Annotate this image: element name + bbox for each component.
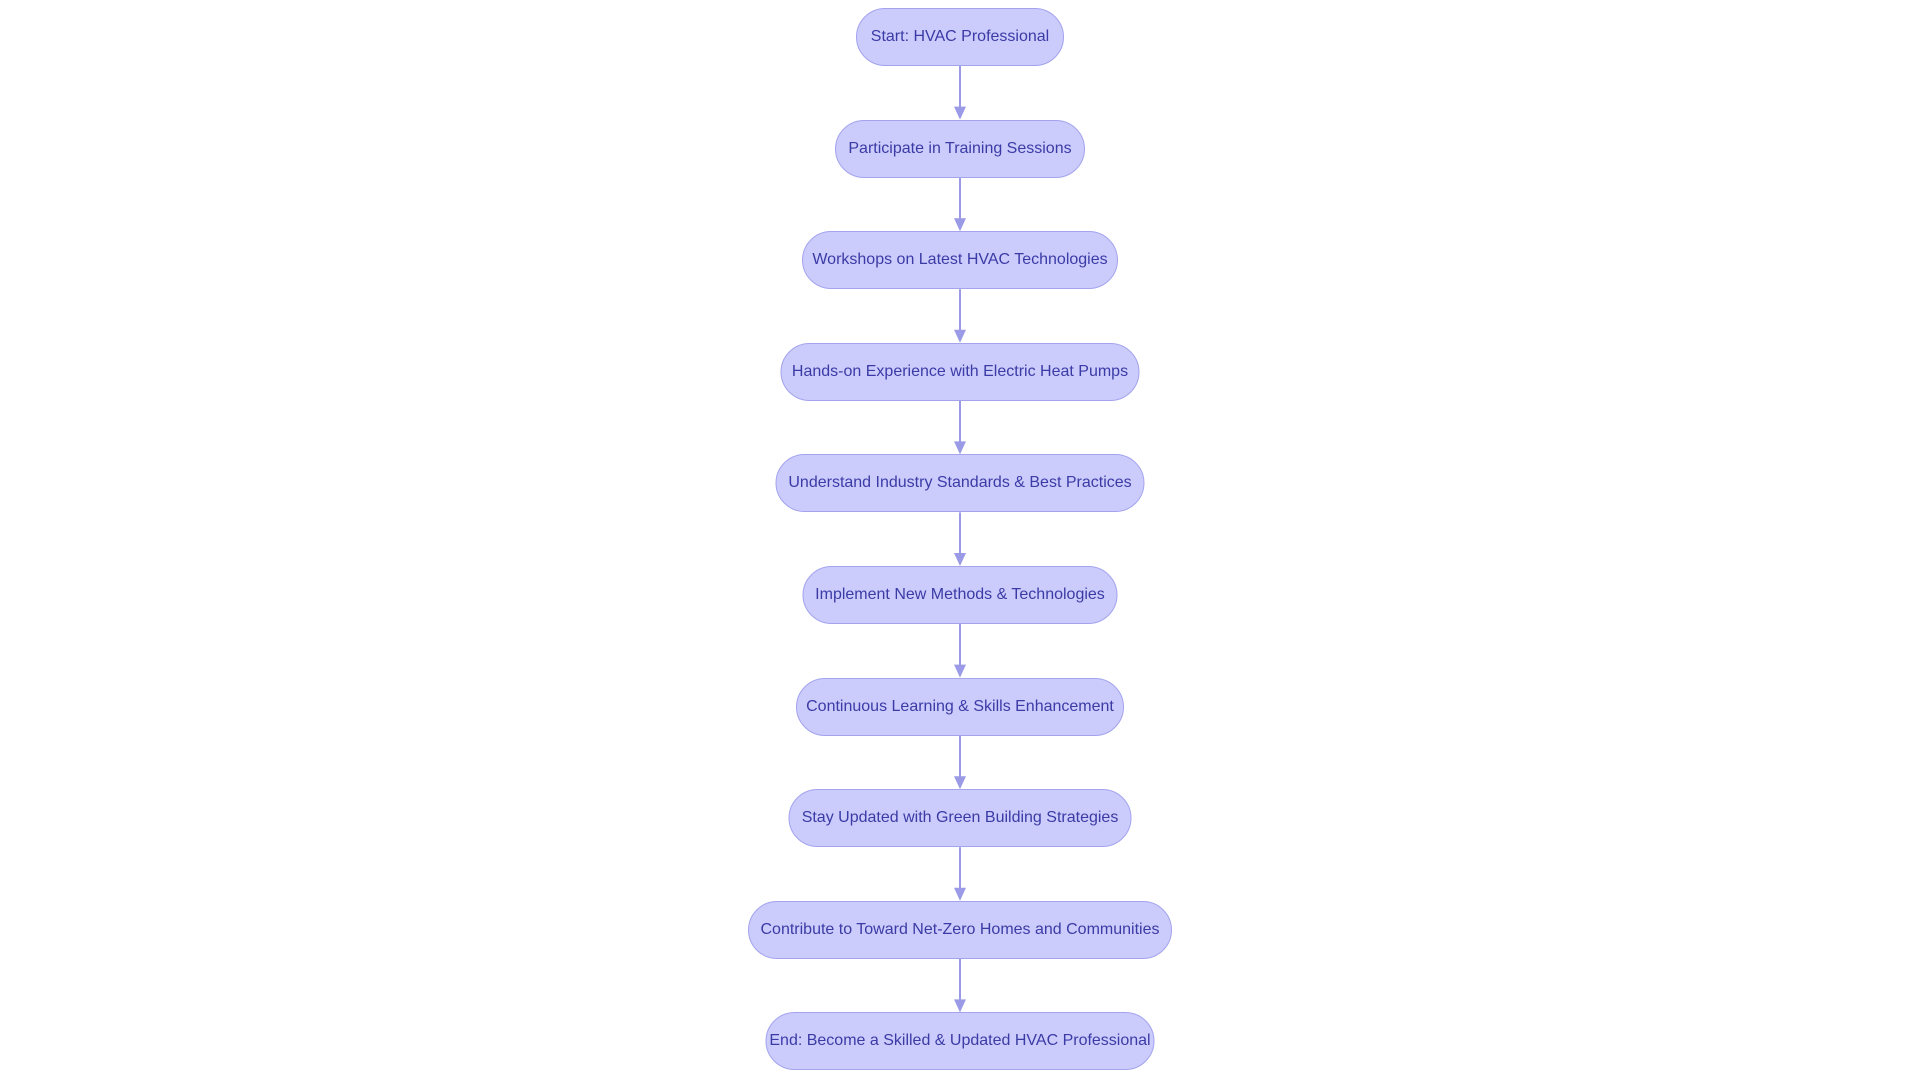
flow-node: Understand Industry Standards & Best Pra… [775,454,1145,513]
arrowhead-icon [954,776,966,790]
arrowhead-icon [954,999,966,1013]
flow-node: Contribute to Toward Net-Zero Homes and … [748,900,1172,959]
arrowhead-icon [954,441,966,455]
flow-node: Workshops on Latest HVAC Technologies [802,231,1118,290]
flow-node: Participate in Training Sessions [835,119,1085,178]
arrowhead-icon [954,218,966,232]
arrowhead-icon [954,329,966,343]
arrowhead-icon [954,106,966,120]
flow-node: Hands-on Experience with Electric Heat P… [780,342,1140,401]
flow-node: Start: HVAC Professional [856,8,1064,66]
flow-node: End: Become a Skilled & Updated HVAC Pro… [765,1012,1155,1071]
flow-node: Continuous Learning & Skills Enhancement [796,677,1124,736]
flow-node: Stay Updated with Green Building Strateg… [788,789,1132,848]
arrowhead-icon [954,664,966,678]
arrowhead-icon [954,887,966,901]
arrowhead-icon [954,553,966,566]
flow-node: Implement New Methods & Technologies [802,566,1118,624]
